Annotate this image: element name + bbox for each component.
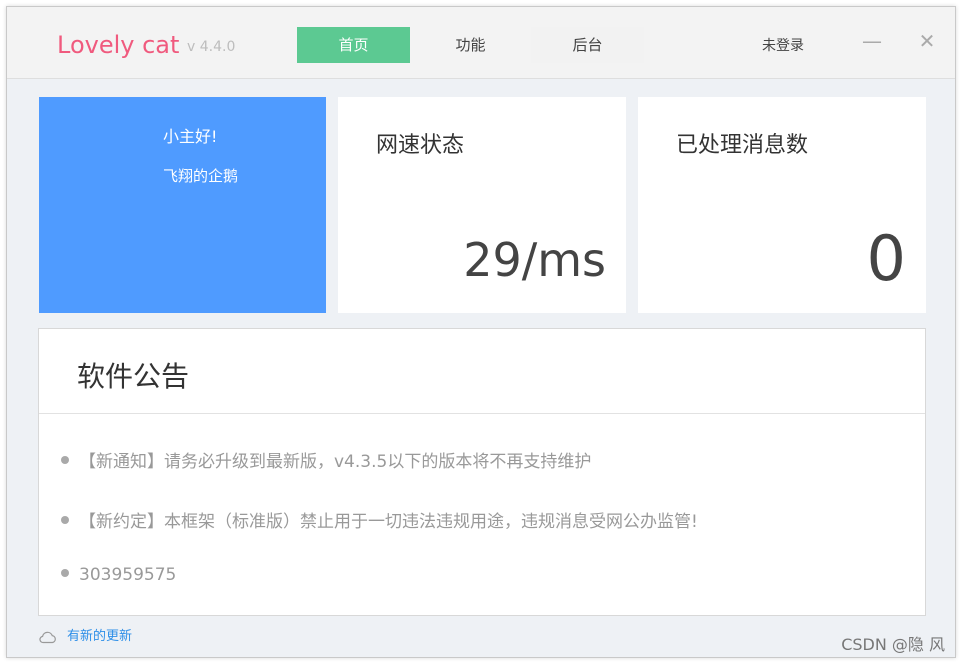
close-icon: ✕ xyxy=(918,29,936,53)
network-speed-value: 29/ms xyxy=(463,233,606,287)
app-title: Lovely cat xyxy=(57,31,180,59)
announcement-text: 【新约定】本框架（标准版）禁止用于一切违法违规用途，违规消息受网公办监管! xyxy=(79,512,698,532)
processed-messages-title: 已处理消息数 xyxy=(676,133,809,158)
announcement-title: 软件公告 xyxy=(77,360,190,393)
bullet-icon xyxy=(61,516,69,524)
tab-backend[interactable]: 后台 xyxy=(531,27,644,63)
app-window: Lovely cat v 4.4.0 首页 功能 后台 未登录 — ✕ 小主好!… xyxy=(6,6,956,658)
network-speed-card: 网速状态 29/ms xyxy=(338,97,626,313)
profile-card: 小主好! 飞翔的企鹅 xyxy=(39,97,326,313)
bullet-icon xyxy=(61,456,69,464)
watermark: CSDN @隐 风 xyxy=(841,635,945,654)
divider xyxy=(39,413,925,414)
announcement-text: 303959575 xyxy=(79,565,177,585)
announcement-item: 【新通知】请务必升级到最新版，v4.3.5以下的版本将不再支持维护 xyxy=(61,447,591,472)
cloud-icon xyxy=(39,631,56,643)
processed-messages-value: 0 xyxy=(866,222,906,295)
greeting-text: 小主好! xyxy=(163,127,218,146)
update-link-label: 有新的更新 xyxy=(67,629,133,644)
update-link[interactable]: 有新的更新 xyxy=(39,625,132,644)
minimize-icon: — xyxy=(862,29,882,53)
announcement-item: 303959575 xyxy=(61,565,176,585)
processed-messages-card: 已处理消息数 0 xyxy=(638,97,926,313)
tab-home[interactable]: 首页 xyxy=(297,27,410,63)
title-bar: Lovely cat v 4.4.0 首页 功能 后台 未登录 — ✕ xyxy=(7,7,955,79)
tab-features[interactable]: 功能 xyxy=(414,27,527,63)
announcement-item: 【新约定】本框架（标准版）禁止用于一切违法违规用途，违规消息受网公办监管! xyxy=(61,507,698,532)
bullet-icon xyxy=(61,569,69,577)
login-link[interactable]: 未登录 xyxy=(762,35,804,55)
announcement-panel: 软件公告 【新通知】请务必升级到最新版，v4.3.5以下的版本将不再支持维护 【… xyxy=(38,328,926,616)
close-button[interactable]: ✕ xyxy=(915,29,939,53)
minimize-button[interactable]: — xyxy=(860,29,884,53)
app-version: v 4.4.0 xyxy=(187,39,236,55)
username: 飞翔的企鹅 xyxy=(163,167,239,185)
announcement-text: 【新通知】请务必升级到最新版，v4.3.5以下的版本将不再支持维护 xyxy=(79,452,592,472)
network-speed-title: 网速状态 xyxy=(376,133,465,158)
